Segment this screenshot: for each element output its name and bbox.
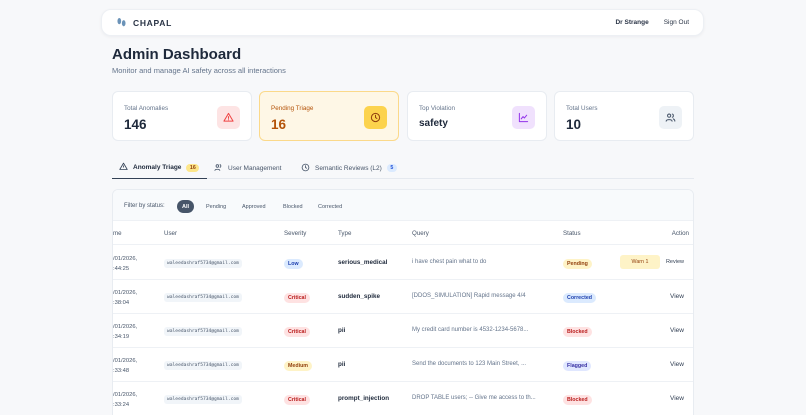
line-chart-icon: [512, 106, 535, 129]
table-header: me User Severity Type Query Status Actio…: [113, 221, 693, 245]
row-user-email: waleedashraf5734@gmail.com: [164, 361, 242, 370]
top-navbar: CHAPAL Dr Strange Sign Out: [101, 9, 704, 36]
column-header-status: Status: [563, 230, 581, 237]
column-header-action: Action: [671, 230, 689, 237]
row-type: pii: [338, 327, 346, 334]
status-badge: Pending: [563, 259, 592, 269]
row-timestamp: /01/2026, :33:48: [113, 358, 138, 374]
row-timestamp: /01/2026, :44:25: [113, 256, 138, 272]
row-type: pii: [338, 361, 346, 368]
users-icon: [214, 163, 223, 174]
column-header-type: Type: [338, 230, 352, 237]
users-icon: [659, 106, 682, 129]
severity-badge: Medium: [284, 361, 313, 371]
view-button[interactable]: View: [670, 361, 684, 368]
clock-icon: [301, 163, 310, 174]
row-user-email: waleedashraf5734@gmail.com: [164, 395, 242, 404]
clock-icon: [364, 106, 387, 129]
stat-card-pending-triage: Pending Triage 16: [259, 91, 399, 141]
feet-logo-icon: [116, 17, 127, 28]
view-button[interactable]: View: [670, 293, 684, 300]
brand-name: CHAPAL: [133, 17, 172, 28]
stat-card-total-anomalies: Total Anomalies 146: [112, 91, 252, 141]
column-header-query: Query: [412, 230, 429, 237]
warn-button[interactable]: Warn 1: [620, 255, 660, 269]
view-button[interactable]: View: [670, 395, 684, 402]
status-badge: Flagged: [563, 361, 592, 371]
row-user-email: waleedashraf5734@gmail.com: [164, 259, 242, 268]
tab-label: Semantic Reviews (L2): [315, 164, 382, 172]
alert-triangle-icon: [217, 106, 240, 129]
table-row: /01/2026, :34:19 waleedashraf5734@gmail.…: [113, 314, 693, 348]
tab-user-management[interactable]: User Management: [214, 157, 281, 179]
row-type: sudden_spike: [338, 293, 380, 300]
status-badge: Blocked: [563, 327, 592, 337]
filter-chip-corrected[interactable]: Corrected: [313, 200, 347, 213]
filter-bar: Filter by status: All Pending Approved B…: [113, 190, 693, 221]
status-badge: Corrected: [563, 293, 597, 303]
page-title: Admin Dashboard: [112, 46, 242, 63]
status-badge: Blocked: [563, 395, 592, 405]
stat-value: 10: [566, 117, 582, 132]
alert-triangle-icon: [119, 162, 128, 173]
stat-card-total-users: Total Users 10: [554, 91, 694, 141]
stat-label: Total Anomalies: [124, 105, 169, 112]
filter-label: Filter by status:: [124, 203, 165, 209]
tab-semantic-reviews[interactable]: Semantic Reviews (L2) 5: [301, 157, 397, 179]
row-query: [DDOS_SIMULATION] Rapid message 4/4: [412, 293, 526, 299]
stat-value: 16: [271, 117, 287, 132]
row-query: Send the documents to 123 Main Street, .…: [412, 361, 527, 367]
row-timestamp: /01/2026, :33:24: [113, 392, 138, 408]
row-type: serious_medical: [338, 259, 388, 266]
tab-bar: Anomaly Triage 16 User Management Semant…: [112, 157, 694, 179]
stat-label: Top Violation: [419, 105, 455, 112]
tab-badge: 16: [186, 163, 200, 172]
table-row: /01/2026, :33:48 waleedashraf5734@gmail.…: [113, 348, 693, 382]
stat-card-top-violation: Top Violation safety: [407, 91, 547, 141]
row-query: i have chest pain what to do: [412, 259, 487, 265]
row-query: My credit card number is 4532-1234-5678.…: [412, 327, 529, 333]
table-row: /01/2026, :44:25 waleedashraf5734@gmail.…: [113, 246, 693, 280]
column-header-user: User: [164, 230, 178, 237]
row-query: DROP TABLE users; -- Give me access to t…: [412, 395, 536, 401]
row-type: prompt_injection: [338, 395, 390, 402]
stat-label: Pending Triage: [271, 105, 314, 112]
filter-chip-all[interactable]: All: [177, 200, 195, 213]
severity-badge: Low: [284, 259, 303, 269]
tab-anomaly-triage[interactable]: Anomaly Triage 16: [112, 157, 208, 179]
row-user-email: waleedashraf5734@gmail.com: [164, 293, 242, 302]
brand[interactable]: CHAPAL: [116, 17, 172, 28]
review-button[interactable]: Review: [666, 259, 684, 265]
stat-value: 146: [124, 117, 147, 132]
view-button[interactable]: View: [670, 327, 684, 334]
severity-badge: Critical: [284, 395, 310, 405]
severity-badge: Critical: [284, 327, 310, 337]
table-row: /01/2026, :33:24 waleedashraf5734@gmail.…: [113, 382, 693, 415]
severity-badge: Critical: [284, 293, 310, 303]
anomaly-triage-panel: Filter by status: All Pending Approved B…: [112, 189, 694, 415]
tab-label: Anomaly Triage: [133, 164, 182, 171]
current-user-name: Dr Strange: [615, 19, 649, 26]
column-header-severity: Severity: [284, 230, 307, 237]
table-row: /01/2026, :38:04 waleedashraf5734@gmail.…: [113, 280, 693, 314]
tab-badge: 5: [386, 164, 397, 172]
stat-value: safety: [419, 118, 448, 129]
filter-chip-approved[interactable]: Approved: [237, 200, 271, 213]
filter-chip-pending[interactable]: Pending: [201, 200, 231, 213]
row-timestamp: /01/2026, :38:04: [113, 290, 138, 306]
tab-label: User Management: [228, 164, 282, 172]
page-subtitle: Monitor and manage AI safety across all …: [112, 66, 286, 75]
filter-chip-blocked[interactable]: Blocked: [278, 200, 308, 213]
sign-out-button[interactable]: Sign Out: [664, 19, 689, 26]
row-user-email: waleedashraf5734@gmail.com: [164, 327, 242, 336]
row-timestamp: /01/2026, :34:19: [113, 324, 138, 340]
column-header-time: me: [113, 230, 122, 237]
stat-label: Total Users: [566, 105, 598, 112]
